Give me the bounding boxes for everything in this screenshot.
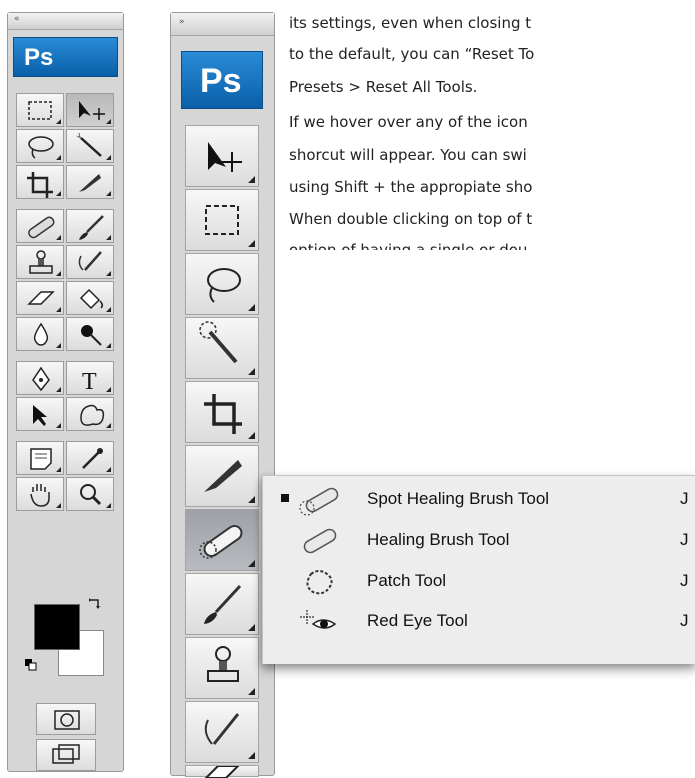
quick-mask-icon — [54, 710, 80, 730]
custom-shape-tool[interactable] — [66, 397, 114, 431]
tools-panel-single-column: » Ps — [170, 12, 275, 778]
rectangular-marquee-tool[interactable] — [185, 189, 259, 251]
move-tool[interactable] — [66, 93, 114, 127]
type-tool[interactable]: T — [66, 361, 114, 395]
path-selection-tool[interactable] — [16, 397, 64, 431]
text-line: using Shift + the appropiate sho — [289, 178, 533, 196]
selected-bullet-icon — [281, 494, 289, 502]
panel-grip[interactable]: » — [171, 13, 274, 36]
menu-item-label: Healing Brush Tool — [367, 530, 510, 549]
screen-mode-icon — [52, 744, 80, 764]
menu-item-shortcut: J — [680, 530, 689, 549]
pen-tool[interactable] — [16, 361, 64, 395]
magic-wand-tool[interactable] — [66, 129, 114, 163]
menu-item-label: Patch Tool — [367, 571, 447, 590]
menu-item-shortcut: J — [680, 611, 689, 630]
text-line: If we hover over any of the icon — [289, 113, 528, 131]
eyedropper-tool[interactable] — [66, 441, 114, 475]
menu-item-shortcut: J — [680, 571, 689, 590]
notes-tool[interactable] — [16, 441, 64, 475]
dodge-tool[interactable] — [66, 317, 114, 351]
eraser-tool[interactable] — [16, 281, 64, 315]
red-eye-icon — [300, 610, 337, 629]
text-line: shorcut will appear. You can swi — [289, 146, 527, 164]
expand-arrows-icon[interactable]: » — [179, 17, 185, 27]
zoom-tool[interactable] — [66, 477, 114, 511]
menu-item-healing-brush[interactable]: Healing Brush Tool J — [263, 521, 695, 561]
menu-item-spot-healing-brush[interactable]: Spot Healing Brush Tool J — [263, 480, 695, 520]
lasso-tool[interactable] — [16, 129, 64, 163]
spot-healing-brush-icon — [299, 487, 339, 516]
quick-selection-tool[interactable] — [185, 317, 259, 379]
crop-tool[interactable] — [185, 381, 259, 443]
svg-text:T: T — [82, 369, 97, 395]
default-colors-icon[interactable] — [24, 658, 38, 672]
menu-item-label: Red Eye Tool — [367, 611, 468, 630]
clone-stamp-tool[interactable] — [185, 637, 259, 699]
healing-brush-tool[interactable] — [16, 209, 64, 243]
move-tool[interactable] — [185, 125, 259, 187]
menu-item-shortcut: J — [680, 489, 689, 508]
menu-item-patch[interactable]: Patch Tool J — [263, 562, 695, 602]
text-line: to the default, you can “Reset To — [289, 45, 535, 63]
healing-brush-icon — [303, 528, 337, 554]
eraser-icon — [204, 766, 240, 778]
history-brush-tool[interactable] — [66, 245, 114, 279]
paint-bucket-tool[interactable] — [66, 281, 114, 315]
swap-colors-icon[interactable] — [88, 596, 102, 610]
clone-stamp-tool[interactable] — [16, 245, 64, 279]
text-line: option of having a single or dou — [289, 241, 528, 250]
quick-mask-button[interactable] — [36, 703, 96, 735]
text-line: its settings, even when closing t — [289, 14, 532, 32]
text-line: Presets > Reset All Tools. — [289, 78, 478, 96]
history-brush-tool[interactable] — [185, 701, 259, 763]
color-swatches — [25, 596, 108, 678]
panel-grip[interactable]: « — [8, 13, 123, 30]
patch-icon — [306, 570, 333, 595]
rectangular-marquee-tool[interactable] — [16, 93, 64, 127]
menu-item-red-eye[interactable]: Red Eye Tool J — [263, 602, 695, 642]
text-line: When double clicking on top of t — [289, 210, 533, 228]
menu-item-label: Spot Healing Brush Tool — [367, 489, 550, 508]
blur-tool[interactable] — [16, 317, 64, 351]
collapse-arrows-icon[interactable]: « — [14, 14, 20, 24]
tools-panel-double-column: « Ps T — [7, 12, 124, 772]
eraser-tool[interactable] — [185, 765, 259, 778]
brush-tool[interactable] — [66, 209, 114, 243]
slice-tool[interactable] — [66, 165, 114, 199]
healing-tools-flyout-menu: Spot Healing Brush Tool J Healing Brush … — [262, 475, 695, 664]
crop-tool[interactable] — [16, 165, 64, 199]
brush-tool[interactable] — [185, 573, 259, 635]
article-text: its settings, even when closing t to the… — [289, 0, 695, 250]
foreground-color-swatch[interactable] — [34, 604, 80, 650]
lasso-tool[interactable] — [185, 253, 259, 315]
spot-healing-brush-tool[interactable] — [185, 509, 259, 571]
photoshop-logo: Ps — [13, 37, 118, 77]
photoshop-logo: Ps — [181, 51, 263, 109]
slice-tool[interactable] — [185, 445, 259, 507]
screen-mode-button[interactable] — [36, 739, 96, 771]
hand-tool[interactable] — [16, 477, 64, 511]
